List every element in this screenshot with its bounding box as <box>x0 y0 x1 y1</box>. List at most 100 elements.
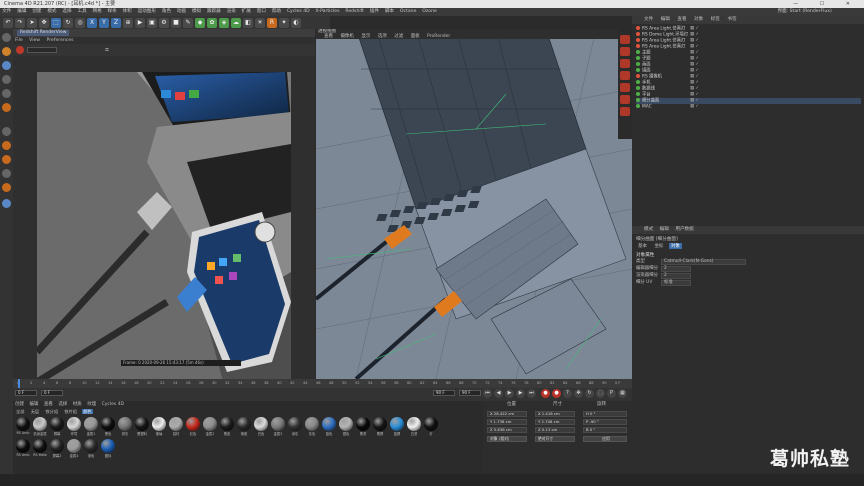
object-row[interactable]: RS 摄像机 ▦ ✓ <box>636 74 861 80</box>
om-menu-object[interactable]: 对象 <box>694 17 703 22</box>
size-x-field[interactable]: X 1.418 cm <box>535 411 575 417</box>
sculpt-brush-icon[interactable] <box>2 183 11 192</box>
object-row[interactable]: 手机 ▦ ✓ <box>636 80 861 86</box>
render-view-icon[interactable]: ▶ <box>135 17 145 28</box>
size-y-field[interactable]: Y 2.708 cm <box>535 419 575 425</box>
material-swatch[interactable]: 金属4 <box>66 439 82 459</box>
om-menu-tag[interactable]: 标签 <box>711 17 720 22</box>
record-key-icon[interactable]: ● <box>541 389 550 398</box>
undo-icon[interactable]: ↶ <box>3 17 13 28</box>
playhead[interactable] <box>18 379 20 388</box>
position-x-field[interactable]: X 28.422 cm <box>487 411 527 417</box>
material-swatch[interactable]: 蓝色 <box>321 417 337 437</box>
vp-menu-options[interactable]: 选项 <box>378 34 387 39</box>
material-swatch[interactable]: 屏幕2 <box>49 439 65 459</box>
menu-item[interactable]: 网格 <box>92 9 101 14</box>
rotation-b-field[interactable]: B 0 ° <box>583 427 627 433</box>
move-tool-icon[interactable]: ✥ <box>39 17 49 28</box>
tab-object[interactable]: 对象 <box>668 243 682 249</box>
object-row[interactable]: 镜面 ▦ ✓ <box>636 68 861 74</box>
vp-menu-display[interactable]: 显示 <box>361 34 370 39</box>
om-menu-edit[interactable]: 编辑 <box>661 17 670 22</box>
material-swatch[interactable]: 银色 <box>338 417 354 437</box>
pv-menu-file[interactable]: File <box>15 38 23 43</box>
next-frame-icon[interactable]: ▶ <box>516 389 525 398</box>
material-swatch[interactable]: 蓝屏 <box>389 417 405 437</box>
filter-group-2[interactable]: 铁片组 <box>63 409 78 414</box>
key-scale-icon[interactable]: ⬚ <box>596 389 605 398</box>
key-selection-icon[interactable]: ? <box>563 389 572 398</box>
material-swatch[interactable]: 黑塑料 <box>134 417 150 437</box>
material-swatch[interactable]: 灰色 <box>304 417 320 437</box>
window-controls[interactable]: — ☐ ✕ <box>793 0 860 8</box>
rs-proxy-icon[interactable] <box>620 107 630 116</box>
rs-ipr-icon[interactable] <box>620 47 630 56</box>
vp-menu-prorender[interactable]: ProRender <box>427 34 450 39</box>
key-position-icon[interactable]: ✥ <box>574 389 583 398</box>
mm-menu-texture[interactable]: 纹理 <box>87 402 96 407</box>
menu-item[interactable]: 跟踪器 <box>207 9 221 14</box>
menu-item[interactable]: 脚本 <box>385 9 394 14</box>
material-swatch[interactable]: 金属2 <box>202 417 218 437</box>
material-swatch[interactable]: 黑皮 <box>219 417 235 437</box>
mm-menu-create[interactable]: 创建 <box>15 402 24 407</box>
cube-icon[interactable]: ■ <box>171 17 181 28</box>
snap-icon[interactable] <box>2 141 11 150</box>
om-menu-view[interactable]: 查看 <box>677 17 686 22</box>
menu-item[interactable]: 渲染 <box>227 9 236 14</box>
coordinate-mode-dropdown[interactable]: 对象 (相对) <box>487 436 527 442</box>
menu-item[interactable]: 运动图形 <box>138 9 156 14</box>
am-menu-edit[interactable]: 编辑 <box>660 227 669 232</box>
render-mode-dropdown[interactable] <box>27 47 57 53</box>
editor-subdivision-input[interactable]: 2 <box>661 266 691 272</box>
am-menu-mode[interactable]: 模式 <box>644 227 653 232</box>
filter-all[interactable]: 全部 <box>15 409 25 414</box>
rs-camera-icon[interactable] <box>620 83 630 92</box>
render-picture-viewer-icon[interactable]: ▣ <box>147 17 157 28</box>
material-swatch[interactable]: 机身金属 <box>32 417 48 437</box>
current-frame-field[interactable]: 0 F <box>41 390 63 396</box>
points-mode-icon[interactable] <box>2 75 11 84</box>
mm-menu-material[interactable]: 材质 <box>73 402 82 407</box>
edges-mode-icon[interactable] <box>2 89 11 98</box>
menu-item[interactable]: 编辑 <box>17 9 26 14</box>
environment-icon[interactable]: ☁ <box>231 17 241 28</box>
y-axis-icon[interactable]: Y <box>99 17 109 28</box>
crop-icon[interactable]: ⌗ <box>105 46 113 54</box>
menu-item[interactable]: 帮助 <box>272 9 281 14</box>
rs-dome-icon[interactable] <box>620 71 630 80</box>
rotation-p-field[interactable]: P -90 ° <box>583 419 627 425</box>
material-swatch[interactable]: 白色 <box>253 417 269 437</box>
am-menu-userdata[interactable]: 用户数据 <box>675 227 693 232</box>
menu-item[interactable]: 插件 <box>370 9 379 14</box>
material-swatch[interactable]: 玻璃 <box>151 417 167 437</box>
size-z-field[interactable]: Z 0.13 cm <box>535 427 575 433</box>
light-icon[interactable]: ☀ <box>255 17 265 28</box>
render-button-icon[interactable] <box>16 46 24 54</box>
z-axis-icon[interactable]: Z <box>111 17 121 28</box>
key-pla-icon[interactable]: ▦ <box>618 389 627 398</box>
start-frame-field[interactable]: 0 F <box>15 390 37 396</box>
scale-tool-icon[interactable]: ⬚ <box>51 17 61 28</box>
workplane-icon[interactable] <box>2 155 11 164</box>
menu-item[interactable]: X-Particles <box>316 9 340 14</box>
timeline-ruler[interactable]: 0 2 4 6 8 10 12 14 16 18 20 22 24 26 28 … <box>13 379 632 388</box>
pv-menu-view[interactable]: View <box>29 38 40 43</box>
material-swatch[interactable]: 黑色 <box>100 417 116 437</box>
filter-no-layer[interactable]: 无层 <box>30 409 40 414</box>
menu-item[interactable]: 体积 <box>123 9 132 14</box>
vp-menu-camera[interactable]: 摄像机 <box>340 34 354 39</box>
material-swatch[interactable]: 屏幕 <box>49 417 65 437</box>
subdivide-uv-dropdown[interactable]: 标准 <box>661 280 691 286</box>
material-swatch[interactable]: 金属1 <box>83 417 99 437</box>
object-row[interactable]: 画面 ▦ ✓ <box>636 62 861 68</box>
layers-icon[interactable] <box>2 199 11 208</box>
menu-item[interactable]: Redshift <box>345 9 364 14</box>
rs-material-icon[interactable] <box>620 95 630 104</box>
menu-item[interactable]: 选择 <box>62 9 71 14</box>
perspective-viewport[interactable]: 透视视图 查看 摄像机 显示 选项 过滤 面板 ProRender <box>316 29 632 379</box>
rs-render-icon[interactable] <box>620 35 630 44</box>
vp-menu-panel[interactable]: 面板 <box>411 34 420 39</box>
pen-icon[interactable]: ✎ <box>183 17 193 28</box>
sculpt-icon[interactable]: ◐ <box>291 17 301 28</box>
